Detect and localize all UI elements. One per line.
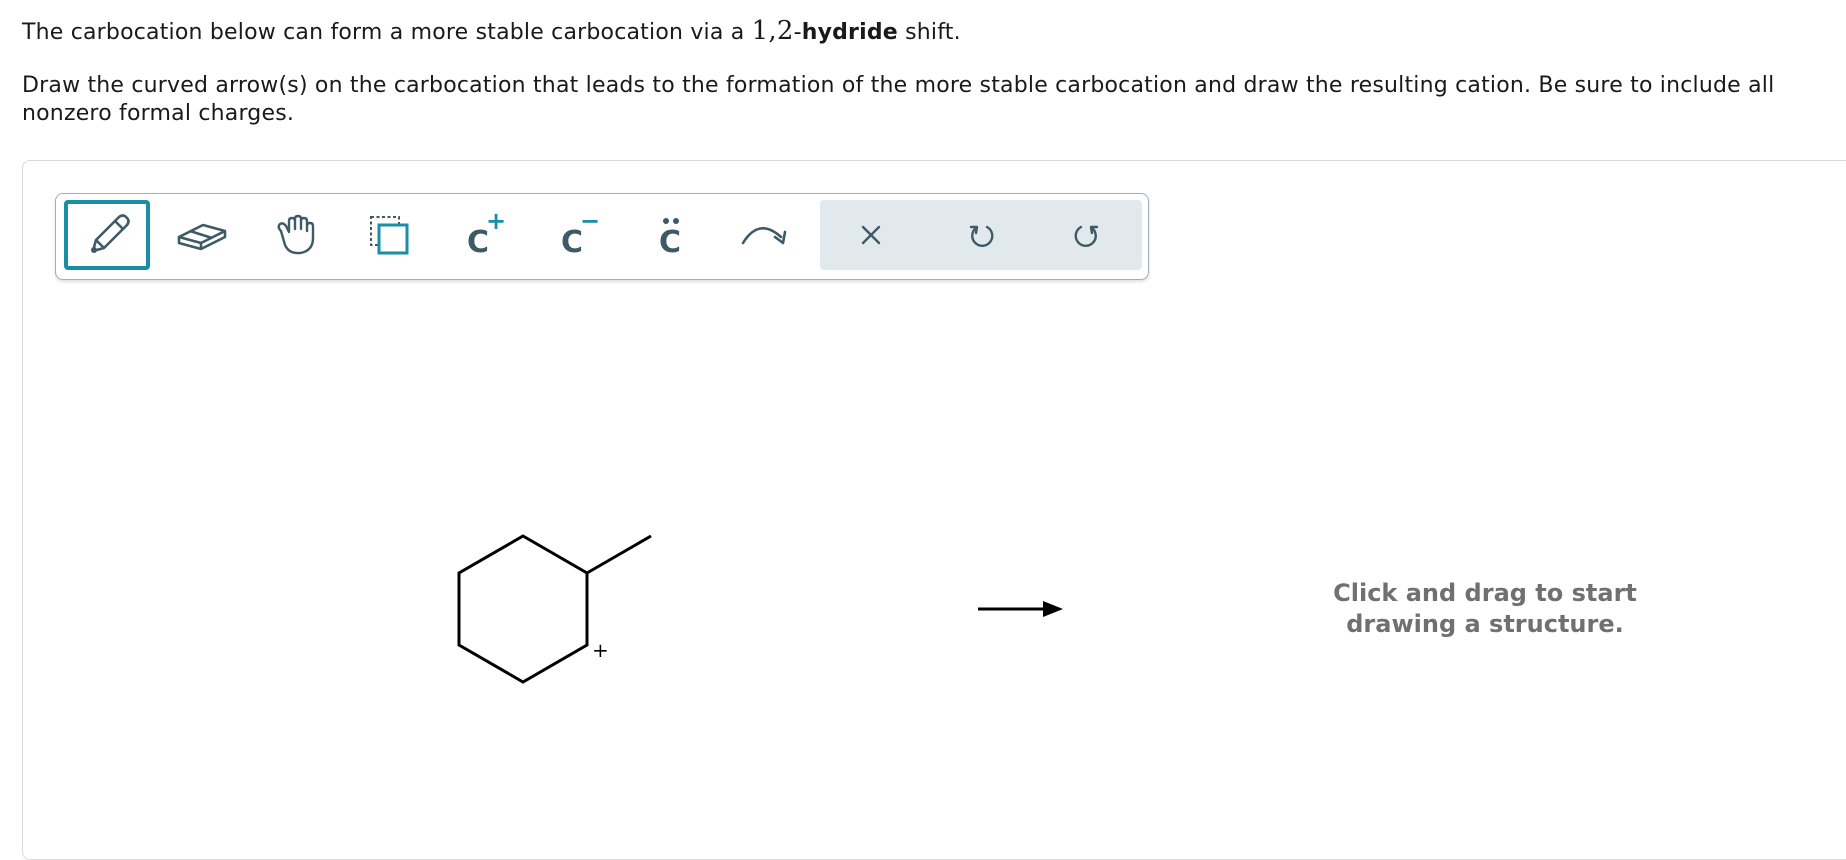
drawing-hint: Click and drag to start drawing a struct… <box>1333 579 1637 638</box>
molecule-scene: + <box>457 534 1063 684</box>
cyclohexane-ring <box>457 534 589 684</box>
methyl-bond <box>586 534 652 575</box>
positive-charge-label: + <box>592 638 609 662</box>
cyclohexyl-carbocation[interactable]: + <box>457 534 652 684</box>
reaction-arrow <box>978 601 1063 617</box>
